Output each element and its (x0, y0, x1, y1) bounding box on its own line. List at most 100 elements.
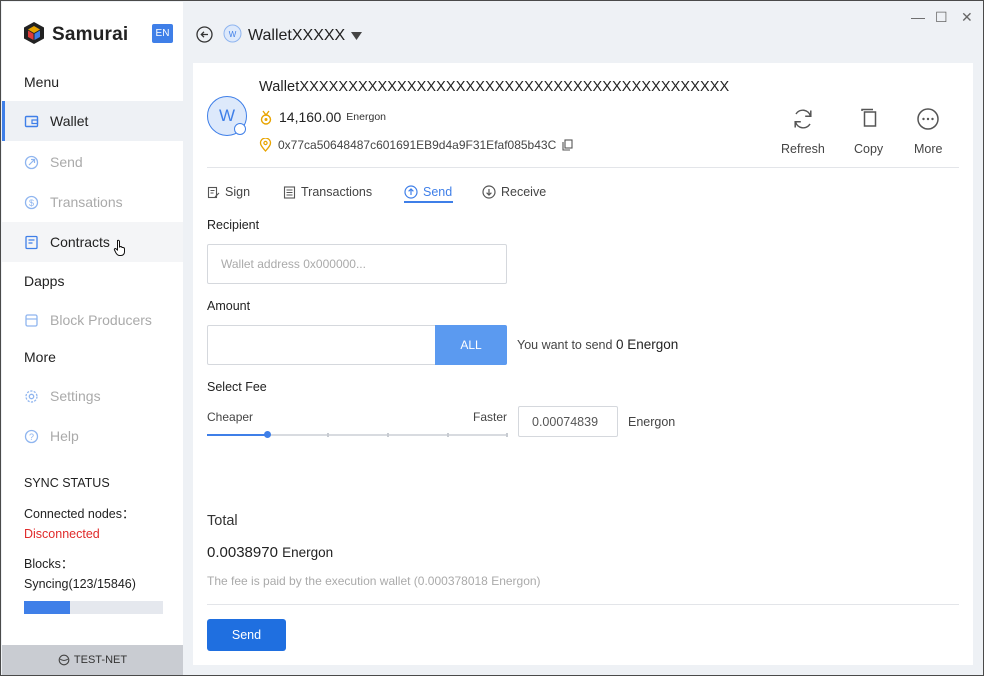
sidebar-item-label: Block Producers (50, 312, 152, 328)
brand: Samurai (23, 21, 128, 49)
wallet-title: WalletXXXXX (248, 27, 346, 44)
gear-icon (24, 389, 39, 404)
fee-faster-label: Faster (473, 410, 508, 424)
total-value: 0.0038970 Energon (207, 544, 333, 561)
language-button[interactable]: EN (152, 24, 173, 43)
sidebar-item-settings[interactable]: Settings (2, 376, 183, 416)
send-summary: You want to send 0 Energon (517, 337, 678, 352)
more-label: More (914, 142, 943, 156)
svg-text:W: W (229, 30, 237, 39)
tab-label: Send (423, 185, 453, 199)
more-header: More (24, 349, 56, 365)
sidebar-item-transations[interactable]: $ Transations (2, 182, 183, 222)
fee-slider-fill (207, 434, 268, 436)
refresh-icon (791, 107, 815, 134)
fee-note: The fee is paid by the execution wallet … (207, 574, 541, 588)
sidebar: Samurai EN Menu Wallet Send $ Transation… (2, 2, 183, 675)
tab-label: Sign (225, 185, 251, 199)
upload-icon (404, 185, 418, 199)
sidebar-item-label: Transations (50, 194, 123, 210)
wallet-icon (24, 114, 39, 129)
back-arrow-icon (196, 26, 213, 47)
list-icon (283, 185, 296, 199)
samurai-logo-icon (23, 21, 45, 50)
sync-progress-fill (24, 601, 70, 614)
more-button[interactable]: More (914, 107, 942, 156)
dollar-icon: $ (24, 195, 39, 210)
amount-input[interactable] (207, 325, 436, 365)
connected-nodes-label: Connected nodes： (24, 507, 135, 521)
copy-address-icon[interactable] (562, 139, 573, 151)
recipient-label: Recipient (207, 218, 260, 232)
fee-slider-tick (506, 433, 508, 437)
fee-slider[interactable] (207, 431, 508, 438)
fee-slider-handle[interactable] (264, 431, 272, 438)
blocks-label: Blocks： (24, 557, 74, 571)
svg-text:?: ? (29, 431, 34, 441)
amount-label: Amount (207, 299, 251, 313)
refresh-label: Refresh (781, 142, 825, 156)
sidebar-item-label: Contracts (50, 234, 110, 250)
footer-divider (207, 604, 959, 605)
active-tab-indicator (404, 201, 453, 203)
total-unit: Energon (282, 545, 334, 560)
address-text: 0x77ca50648487c601691EB9d4a9F31Efaf085b4… (278, 138, 557, 152)
tab-receive[interactable]: Receive (482, 183, 546, 201)
maximize-button[interactable]: ☐ (935, 9, 948, 26)
total-amount: 0.0038970 (207, 544, 278, 561)
sync-progress-text: Syncing(123/15846) (24, 577, 136, 591)
fee-slider-tick (447, 433, 449, 437)
contract-icon (24, 235, 39, 250)
copy-button[interactable]: Copy (854, 107, 883, 156)
wallet-card: W WalletXXXXXXXXXXXXXXXXXXXXXXXXXXXXXXXX… (193, 63, 973, 665)
wallet-address: 0x77ca50648487c601691EB9d4a9F31Efaf085b4… (259, 138, 573, 152)
fee-slider-tick (387, 433, 389, 437)
block-icon (24, 313, 39, 328)
fee-slider-tick (327, 433, 329, 437)
refresh-button[interactable]: Refresh (781, 107, 825, 156)
sidebar-item-label: Send (50, 154, 83, 170)
send-button[interactable]: Send (207, 619, 286, 651)
minimize-button[interactable]: — (911, 9, 925, 25)
back-button[interactable] (196, 26, 213, 48)
fee-cheaper-label: Cheaper (207, 410, 254, 424)
fee-input[interactable]: 0.00074839 (518, 406, 618, 437)
svg-text:$: $ (29, 197, 34, 207)
connection-status: Disconnected (24, 527, 100, 541)
tab-sign[interactable]: Sign (207, 183, 250, 201)
all-button[interactable]: ALL (435, 325, 507, 365)
sidebar-item-dapps[interactable]: Dapps (2, 261, 183, 301)
close-button[interactable]: ✕ (961, 9, 973, 26)
sign-icon (207, 186, 220, 199)
balance-amount: 14,160.00 (279, 109, 342, 125)
header-divider (207, 167, 959, 168)
sidebar-item-help[interactable]: ? Help (2, 416, 183, 456)
tab-send[interactable]: Send (404, 183, 452, 201)
hand-cursor-icon (113, 239, 127, 262)
network-label: TEST-NET (73, 654, 128, 666)
tab-transactions[interactable]: Transactions (283, 183, 372, 201)
network-icon (58, 654, 70, 666)
wallet-selector[interactable]: W WalletXXXXX (223, 24, 363, 48)
fee-unit: Energon (628, 415, 676, 429)
sidebar-item-label: Settings (50, 388, 101, 404)
help-icon: ? (24, 429, 39, 444)
location-pin-icon (259, 138, 272, 152)
app-name: Samurai (52, 24, 129, 45)
recipient-input[interactable]: Wallet address 0x000000... (207, 244, 507, 284)
copy-icon (857, 107, 881, 134)
sidebar-item-block-producers[interactable]: Block Producers (2, 300, 183, 340)
sidebar-item-label: Help (50, 428, 79, 444)
sync-status-title: SYNC STATUS (24, 476, 110, 490)
download-icon (482, 185, 496, 199)
avatar-badge-icon (234, 123, 246, 135)
network-indicator: TEST-NET (2, 645, 183, 675)
sidebar-item-wallet[interactable]: Wallet (2, 101, 183, 141)
copy-label: Copy (854, 142, 884, 156)
wallet-full-name: WalletXXXXXXXXXXXXXXXXXXXXXXXXXXXXXXXXXX… (259, 79, 730, 95)
menu-header: Menu (24, 74, 60, 90)
sidebar-item-contracts[interactable]: Contracts (2, 222, 183, 262)
send-summary-prefix: You want to send (517, 338, 613, 352)
tab-label: Transactions (301, 185, 373, 199)
sidebar-item-send[interactable]: Send (2, 142, 183, 182)
